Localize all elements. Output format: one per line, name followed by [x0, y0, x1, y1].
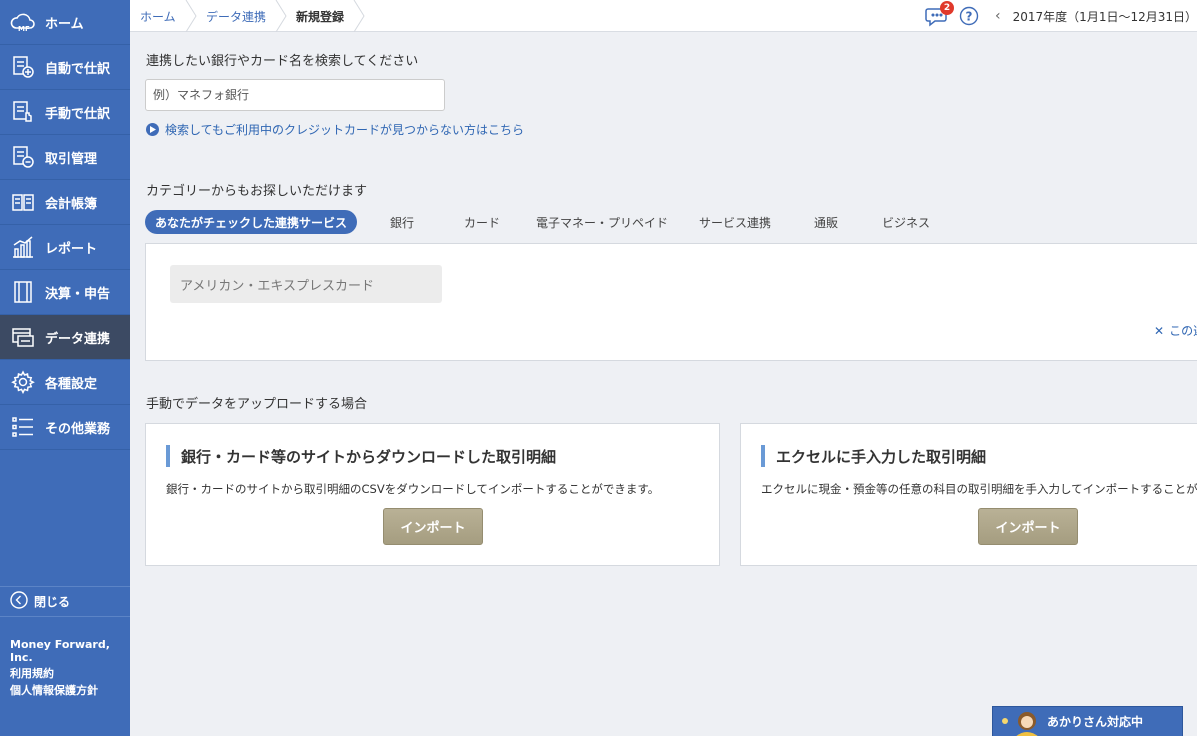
settlement-icon	[10, 279, 36, 305]
assistant-chat-bar[interactable]: あかりさん対応中	[992, 706, 1183, 736]
sidebar-item-auto-journal[interactable]: 自動で仕訳	[0, 45, 130, 90]
breadcrumb-separator-icon	[185, 0, 197, 32]
assistant-avatar-icon	[1002, 711, 1039, 736]
sidebar-item-label: データ連携	[45, 331, 111, 347]
checked-services-panel: アメリカン・エキスプレスカード ✕ この選択を解除	[145, 243, 1197, 361]
sidebar-item-ledger[interactable]: 会計帳簿	[0, 180, 130, 225]
breadcrumb-separator-icon	[353, 0, 365, 32]
sidebar-item-manual-journal[interactable]: 手動で仕訳	[0, 90, 130, 135]
service-chip-amex[interactable]: アメリカン・エキスプレスカード	[170, 265, 442, 303]
card-not-found-link[interactable]: 検索してもご利用中のクレジットカードが見つからない方はこちら	[146, 121, 524, 138]
chevron-left-circle-icon	[10, 590, 28, 613]
top-bar: ホーム データ連携 新規登録 2 ? ‹ 2017年度（1月1日〜12月31日）	[130, 0, 1197, 32]
cloud-mf-icon: MF	[10, 9, 36, 35]
sidebar-item-label: 会計帳簿	[45, 196, 98, 212]
card-title: エクセルに手入力した取引明細	[761, 445, 986, 467]
sidebar-item-label: ホーム	[45, 16, 84, 32]
sidebar-item-label: 自動で仕訳	[45, 61, 111, 77]
company-name: Money Forward, Inc.	[10, 638, 110, 664]
notification-chat-icon[interactable]: 2	[925, 1, 955, 28]
top-right-controls: 2 ? ‹ 2017年度（1月1日〜12月31日）	[925, 0, 1197, 32]
sidebar-item-label: 取引管理	[45, 151, 98, 167]
privacy-policy-link[interactable]: 個人情報保護方針	[10, 682, 98, 699]
fiscal-year-selector[interactable]: 2017年度（1月1日〜12月31日）	[1013, 8, 1197, 25]
data-link-icon	[10, 324, 36, 350]
sidebar-item-transactions[interactable]: 取引管理	[0, 135, 130, 180]
sidebar-item-label: 決算・申告	[45, 286, 111, 302]
sidebar-item-label: レポート	[45, 241, 98, 257]
ledger-book-icon	[10, 189, 36, 215]
tab-card[interactable]: カード	[455, 210, 509, 234]
tab-service-link[interactable]: サービス連携	[695, 210, 775, 234]
svg-text:?: ?	[966, 10, 973, 24]
excel-import-button[interactable]: インポート	[978, 508, 1078, 545]
card-description: エクセルに現金・預金等の任意の科目の取引明細を手入力してインポートすることができ…	[761, 482, 1197, 496]
clear-selection-link[interactable]: ✕ この選択を解除	[1154, 322, 1197, 339]
assistant-status-label: あかりさん対応中	[1047, 715, 1144, 729]
card-title: 銀行・カード等のサイトからダウンロードした取引明細	[166, 445, 556, 467]
tab-e-money-prepaid[interactable]: 電子マネー・プリペイド	[535, 210, 669, 234]
card-not-found-link-text: 検索してもご利用中のクレジットカードが見つからない方はこちら	[165, 123, 525, 137]
list-icon	[10, 414, 36, 440]
sidebar-close-button[interactable]: 閉じる	[0, 586, 130, 617]
tab-checked-services[interactable]: あなたがチェックした連携サービス	[145, 210, 357, 234]
search-section-title: 連携したい銀行やカード名を検索してください	[146, 54, 419, 69]
notification-badge: 2	[940, 1, 955, 15]
sidebar-item-data-link[interactable]: データ連携	[0, 315, 130, 360]
sidebar-item-settlement[interactable]: 決算・申告	[0, 270, 130, 315]
transaction-icon	[10, 144, 36, 170]
close-icon: ✕	[1154, 323, 1165, 338]
report-chart-icon	[10, 234, 36, 260]
bank-search-input[interactable]	[145, 79, 445, 111]
sidebar-item-label: その他業務	[45, 421, 111, 437]
sidebar-item-other[interactable]: その他業務	[0, 405, 130, 450]
breadcrumb-home[interactable]: ホーム	[140, 0, 176, 32]
excel-import-card: エクセルに手入力した取引明細 エクセルに現金・預金等の任意の科目の取引明細を手入…	[740, 423, 1197, 566]
manual-journal-icon	[10, 99, 36, 125]
sidebar-item-report[interactable]: レポート	[0, 225, 130, 270]
tab-online-shopping[interactable]: 通販	[803, 210, 849, 234]
terms-link[interactable]: 利用規約	[10, 665, 98, 682]
help-question-icon[interactable]: ?	[959, 6, 979, 26]
sidebar-item-home[interactable]: MF ホーム	[0, 0, 130, 45]
breadcrumb-current: 新規登録	[296, 9, 345, 24]
breadcrumb-data-link[interactable]: データ連携	[206, 0, 266, 32]
logo-text: MF	[18, 25, 30, 33]
sidebar-item-label: 手動で仕訳	[45, 106, 111, 122]
clear-selection-text: この選択を解除	[1169, 324, 1197, 338]
sidebar: MF ホーム 自動で仕訳 手動で仕訳 取引管理 会計帳簿 レポート 決算・申告 …	[0, 0, 130, 736]
manual-upload-title: 手動でデータをアップロードする場合	[146, 397, 368, 412]
csv-import-button[interactable]: インポート	[383, 508, 483, 545]
sidebar-close-label: 閉じる	[34, 595, 71, 609]
tab-business[interactable]: ビジネス	[877, 210, 935, 234]
csv-import-card: 銀行・カード等のサイトからダウンロードした取引明細 銀行・カードのサイトから取引…	[145, 423, 720, 566]
gear-icon	[10, 369, 36, 395]
card-description: 銀行・カードのサイトから取引明細のCSVをダウンロードしてインポートすることがで…	[166, 482, 660, 496]
sidebar-footer-links: 利用規約 個人情報保護方針	[10, 665, 98, 699]
sidebar-item-label: 各種設定	[45, 376, 98, 392]
tab-bank[interactable]: 銀行	[377, 210, 427, 234]
sidebar-item-settings[interactable]: 各種設定	[0, 360, 130, 405]
chevron-left-icon[interactable]: ‹	[995, 8, 1001, 24]
play-circle-icon	[146, 123, 159, 136]
category-section-title: カテゴリーからもお探しいただけます	[146, 184, 368, 199]
breadcrumb-separator-icon	[275, 0, 287, 32]
auto-journal-icon	[10, 54, 36, 80]
